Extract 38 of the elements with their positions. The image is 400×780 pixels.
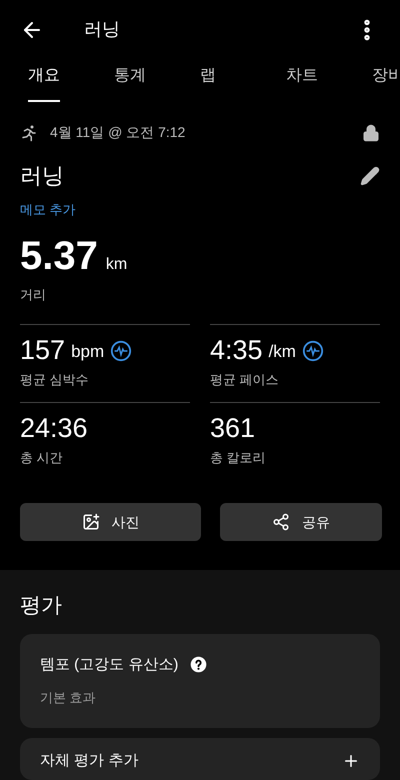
- stat-unit: bpm: [71, 340, 104, 362]
- stat-value: 361: [210, 414, 256, 442]
- stat-unit: /km: [268, 340, 296, 362]
- activity-name: 러닝: [20, 162, 64, 190]
- stat-label: 평균 심박수: [20, 371, 89, 389]
- stat-label: 총 칼로리: [210, 448, 266, 466]
- heart-rate-chart-icon[interactable]: [302, 340, 324, 362]
- card-title: 템포 (고강도 유산소): [40, 654, 178, 674]
- card-subtitle: 기본 효과: [40, 689, 97, 707]
- stat-value: 4:35: [210, 337, 263, 364]
- distance-value: 5.37: [20, 236, 98, 276]
- share-button[interactable]: 공유: [220, 503, 382, 541]
- page-title: 러닝: [84, 18, 120, 42]
- stat-label: 평균 페이스: [210, 371, 279, 389]
- runner-icon: [20, 124, 38, 142]
- stat-value: 24:36: [20, 414, 88, 442]
- tab[interactable]: 장비: [372, 64, 400, 114]
- evaluation-card[interactable]: 자체 평가 추가: [20, 738, 380, 780]
- help-icon[interactable]: [190, 656, 208, 674]
- distance-label: 거리: [19, 286, 47, 304]
- photo-button[interactable]: 사진: [20, 503, 201, 541]
- add-note-link[interactable]: 메모 추가: [0, 200, 96, 220]
- tab[interactable]: 통계: [114, 64, 200, 114]
- share-icon: [272, 513, 290, 531]
- activity-date: 4월 11일 @ 오전 7:12: [50, 123, 186, 142]
- section-title: 평가: [20, 593, 63, 619]
- tab[interactable]: 개요: [28, 64, 114, 114]
- stat-value: 157: [20, 337, 66, 364]
- distance-unit: km: [106, 254, 128, 274]
- card-title: 자체 평가 추가: [40, 750, 138, 770]
- heart-rate-chart-icon[interactable]: [110, 340, 132, 362]
- tab[interactable]: 랩: [200, 64, 286, 114]
- evaluation-card[interactable]: 템포 (고강도 유산소) 기본 효과: [20, 634, 380, 728]
- tab[interactable]: 차트: [286, 64, 372, 114]
- lock-icon: [362, 124, 380, 142]
- add-image-icon: [82, 513, 100, 531]
- edit-icon[interactable]: [360, 166, 380, 186]
- stat-label: 총 시간: [20, 448, 63, 466]
